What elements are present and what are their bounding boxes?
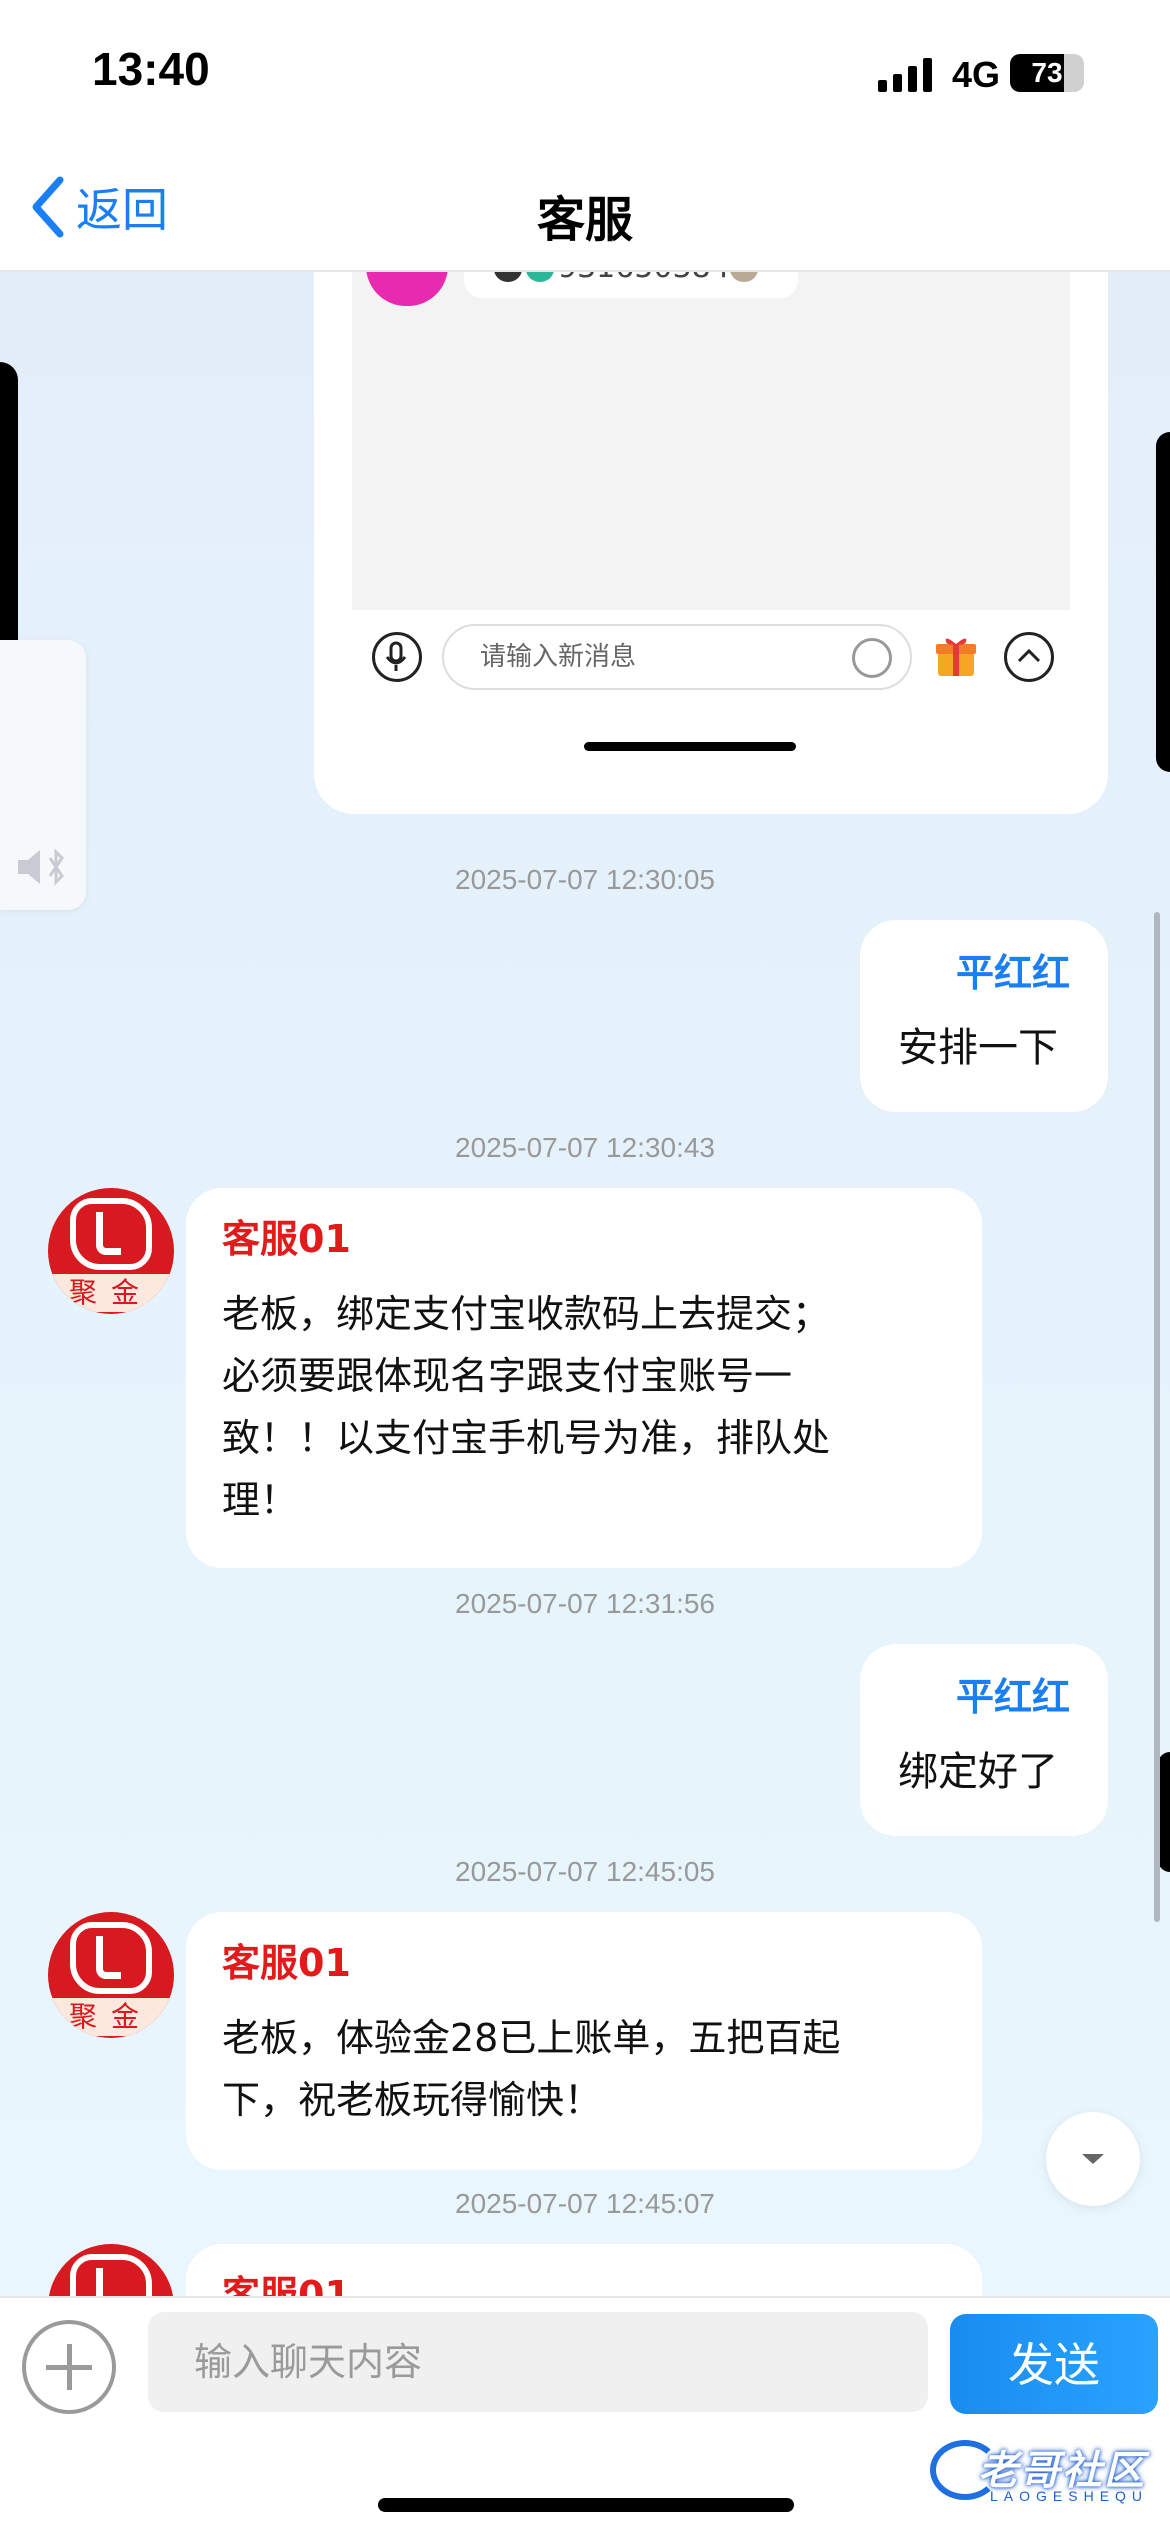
scroll-to-bottom-button[interactable] <box>1046 2112 1140 2206</box>
company-logo <box>70 1198 152 1270</box>
network-type: 4G <box>952 54 1001 95</box>
emoji-icon <box>526 272 554 282</box>
message-input[interactable] <box>148 2312 928 2412</box>
image-message[interactable]: 931650384 请输入新消息 <box>314 272 1108 814</box>
plus-icon[interactable] <box>22 2320 116 2414</box>
emoji-icon <box>852 638 892 678</box>
message-bubble-agent[interactable]: 客服01 老板，体验金28已上账单，五把百起 下，祝老板玩得愉快！ <box>186 1912 982 2170</box>
sender-name: 客服01 <box>222 1217 351 1261</box>
embedded-chat-screenshot <box>352 272 1070 610</box>
company-logo <box>70 1922 152 1994</box>
screen-edge <box>1156 432 1170 772</box>
composer: 发送 老哥社区 LAOGESHEQU <box>0 2296 1170 2534</box>
message-timestamp: 2025-07-07 12:30:05 <box>455 864 715 895</box>
cellular-signal-icon <box>878 58 934 92</box>
chevron-down-icon <box>1082 2154 1104 2164</box>
page-title: 客服 <box>536 192 633 248</box>
embedded-home-indicator <box>584 742 796 751</box>
message-line: 下，祝老板玩得愉快！ <box>222 2078 603 2122</box>
sender-name: 客服01 <box>222 2273 351 2296</box>
nav-bar: 返回 客服 <box>0 150 1170 272</box>
chevron-up-icon <box>1004 632 1054 682</box>
message-line: 老板，体验金28已上账单，五把百起 <box>222 2016 841 2060</box>
emoji-icon <box>729 272 758 282</box>
avatar[interactable]: 聚金 <box>48 1912 174 2038</box>
send-button[interactable]: 发送 <box>950 2314 1158 2414</box>
battery-level: 73 <box>1031 57 1063 88</box>
embedded-input-row: 请输入新消息 <box>352 622 1070 702</box>
message-line: 老板，绑定支付宝收款码上去提交； <box>222 1292 831 1336</box>
message-line: 致！！以支付宝手机号为准，排队处 <box>222 1416 831 1460</box>
embedded-bubble-text: 931650384 <box>558 272 730 285</box>
watermark-logo: 老哥社区 LAOGESHEQU <box>930 2432 1166 2522</box>
mic-icon <box>372 632 422 682</box>
embedded-bubble: 931650384 <box>464 272 798 298</box>
message-timestamp: 2025-07-07 12:30:43 <box>455 1132 715 1163</box>
embedded-input-placeholder: 请输入新消息 <box>480 642 637 672</box>
avatar[interactable]: 聚金 <box>48 2244 174 2296</box>
embedded-input: 请输入新消息 <box>442 624 912 690</box>
scrollbar[interactable] <box>1154 912 1160 1922</box>
message-bubble-user[interactable]: 平红红 绑定好了 <box>860 1644 1108 1836</box>
sender-name: 平红红 <box>955 1675 1070 1719</box>
status-right: 4G 73 <box>870 50 1170 100</box>
message-timestamp: 2025-07-07 12:45:05 <box>455 1856 715 1887</box>
message-timestamp: 2025-07-07 12:45:07 <box>455 2188 715 2219</box>
message-line: 必须要跟体现名字跟支付宝账号一 <box>222 1354 793 1398</box>
message-timestamp: 2025-07-07 12:31:56 <box>455 1588 715 1619</box>
sender-name: 客服01 <box>222 1941 351 1985</box>
message-text: 安排一下 <box>898 1025 1058 1071</box>
chat-area[interactable]: 931650384 请输入新消息 2025-07-07 12:30:05 <box>0 272 1170 2296</box>
avatar[interactable]: 聚金 <box>48 1188 174 1314</box>
status-bar: 13:40 4G 73 <box>0 0 1170 150</box>
message-text: 绑定好了 <box>898 1749 1058 1795</box>
avatar-caption: 聚金 <box>48 1998 174 2036</box>
gift-icon <box>934 634 978 678</box>
message-text: 老板，体验金28已上账单，五把百起 下，祝老板玩得愉快！ <box>222 2007 946 2131</box>
message-text: 老板，绑定支付宝收款码上去提交； 必须要跟体现名字跟支付宝账号一 致！！以支付宝… <box>222 1283 946 1531</box>
message-line: 理！ <box>222 1478 299 1522</box>
sender-name: 平红红 <box>955 951 1070 995</box>
company-logo <box>70 2254 152 2296</box>
message-bubble-user[interactable]: 平红红 安排一下 <box>860 920 1108 1112</box>
message-bubble-agent[interactable]: 客服01 老板，绑定支付宝收款码上去提交； 必须要跟体现名字跟支付宝账号一 致！… <box>186 1188 982 1568</box>
home-indicator <box>378 2498 794 2512</box>
emoji-icon <box>494 272 522 282</box>
status-time: 13:40 <box>92 43 210 95</box>
avatar-caption: 聚金 <box>48 1274 174 1312</box>
battery-icon: 73 <box>1010 54 1084 92</box>
watermark-subtext: LAOGESHEQU <box>990 2488 1149 2504</box>
message-bubble-agent[interactable]: 客服01 <box>186 2244 982 2296</box>
